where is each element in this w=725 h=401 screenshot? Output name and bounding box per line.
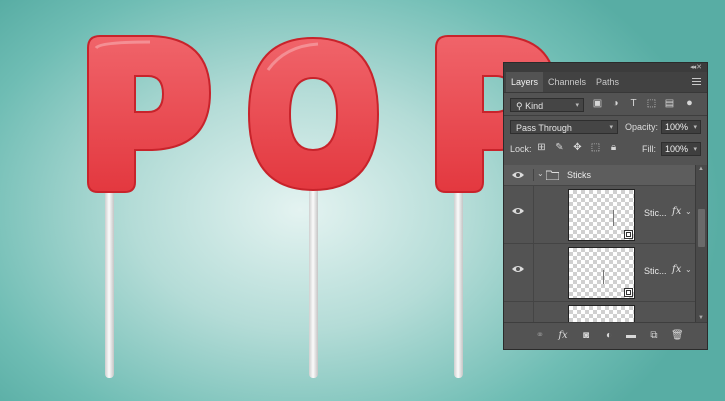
visibility-eye-icon[interactable]: [511, 264, 525, 274]
layer-row[interactable]: Stic... fx ⌄: [504, 186, 697, 244]
chevron-down-icon: ▾: [693, 124, 697, 131]
new-group-icon[interactable]: ▬: [625, 330, 637, 342]
folder-icon: [546, 170, 559, 180]
visibility-eye-icon[interactable]: [511, 206, 525, 216]
fill-value: 100%: [665, 144, 689, 154]
link-layers-icon[interactable]: ⚭: [534, 330, 546, 342]
lock-all-icon[interactable]: 🔒︎: [608, 142, 619, 153]
layers-panel: ◂◂ ✕ Layers Channels Paths ⚲ Kind ▾ ▣ ◑ …: [503, 62, 708, 350]
lock-label: Lock:: [510, 144, 532, 154]
chevron-down-icon[interactable]: ⌄: [537, 169, 544, 178]
image-filter-icon[interactable]: ▣: [592, 98, 603, 109]
chevron-down-icon: ▾: [609, 124, 613, 131]
group-name: Sticks: [567, 170, 592, 180]
filter-row: ⚲ Kind ▾ ▣ ◑ T ⬚ ▤ ●: [504, 93, 707, 115]
chevron-down-icon: ▾: [575, 102, 579, 109]
type-filter-icon[interactable]: T: [628, 98, 639, 109]
opacity-field[interactable]: 100% ▾: [661, 120, 701, 134]
add-layer-style-icon[interactable]: fx: [557, 330, 569, 342]
layer-row[interactable]: Stic... fx ⌄: [504, 244, 697, 302]
filter-kind-label: Kind: [525, 101, 544, 111]
layer-name[interactable]: Stic...: [644, 208, 667, 218]
layer-group-sticks[interactable]: ⌄ Sticks: [504, 165, 697, 186]
chevron-down-icon[interactable]: ⌄: [685, 265, 692, 274]
blend-mode-value: Pass Through: [516, 123, 572, 133]
panel-tabs: Layers Channels Paths: [504, 72, 707, 93]
letter-p-1: [87, 35, 212, 193]
blend-mode-dropdown[interactable]: Pass Through ▾: [510, 120, 618, 134]
collapse-icon[interactable]: ◂◂ ✕: [690, 63, 702, 72]
layers-scrollbar[interactable]: ▲ ▼: [695, 165, 707, 322]
opacity-label: Opacity:: [625, 122, 659, 132]
lock-artboard-icon[interactable]: ⬚: [590, 142, 601, 153]
layer-effects-icon[interactable]: fx: [672, 206, 681, 217]
scroll-up-icon[interactable]: ▲: [698, 166, 704, 172]
chevron-down-icon: ▾: [693, 146, 697, 153]
panel-title-strip[interactable]: ◂◂ ✕: [504, 63, 707, 72]
panel-menu-icon[interactable]: [692, 78, 701, 85]
layer-name[interactable]: Stic...: [644, 266, 667, 276]
add-mask-icon[interactable]: ◙: [580, 330, 592, 342]
scrollbar-thumb[interactable]: [698, 209, 705, 247]
smart-object-badge-icon: [624, 288, 633, 297]
layer-thumbnail[interactable]: [568, 189, 635, 241]
visibility-eye-icon[interactable]: [511, 170, 525, 180]
fill-field[interactable]: 100% ▾: [661, 142, 701, 156]
scroll-down-icon[interactable]: ▼: [698, 315, 704, 321]
tab-layers[interactable]: Layers: [506, 72, 544, 92]
new-layer-icon[interactable]: ⧉: [648, 330, 660, 342]
lock-transparent-pixels-icon[interactable]: ⊞: [536, 142, 547, 153]
trash-icon[interactable]: 🗑︎: [671, 330, 684, 342]
search-icon: ⚲: [516, 101, 523, 111]
tab-paths[interactable]: Paths: [591, 72, 624, 92]
opacity-value: 100%: [665, 122, 689, 132]
blend-row: Pass Through ▾ Opacity: 100% ▾: [504, 116, 707, 138]
lock-image-pixels-icon[interactable]: ✎: [554, 142, 565, 153]
layer-thumbnail[interactable]: [568, 247, 635, 299]
layer-effects-icon[interactable]: fx: [672, 264, 681, 275]
letter-o: [247, 36, 380, 192]
shape-filter-icon[interactable]: ⬚: [646, 98, 657, 109]
layer-row[interactable]: [504, 302, 697, 322]
new-adjustment-layer-icon[interactable]: ◐: [603, 330, 615, 342]
stick-2: [309, 160, 318, 378]
smart-object-filter-icon[interactable]: ▤: [664, 98, 675, 109]
filter-toggle-icon[interactable]: ●: [684, 98, 695, 109]
smart-object-badge-icon: [624, 230, 633, 239]
tab-channels[interactable]: Channels: [543, 72, 591, 92]
filter-kind-dropdown[interactable]: ⚲ Kind ▾: [510, 98, 584, 112]
chevron-down-icon[interactable]: ⌄: [685, 207, 692, 216]
layers-bottom-toolbar: ⚭ fx ◙ ◐ ▬ ⧉ 🗑︎: [504, 322, 707, 349]
layer-thumbnail[interactable]: [568, 305, 635, 322]
lock-row: Lock: ⊞ ✎ ✥ ⬚ 🔒︎ Fill: 100% ▾: [504, 138, 707, 160]
lock-position-icon[interactable]: ✥: [572, 142, 583, 153]
fill-label: Fill:: [642, 144, 656, 154]
layers-list: ⌄ Sticks Stic... fx ⌄ Stic... fx ⌄: [504, 165, 697, 322]
adjustment-filter-icon[interactable]: ◑: [610, 98, 621, 109]
